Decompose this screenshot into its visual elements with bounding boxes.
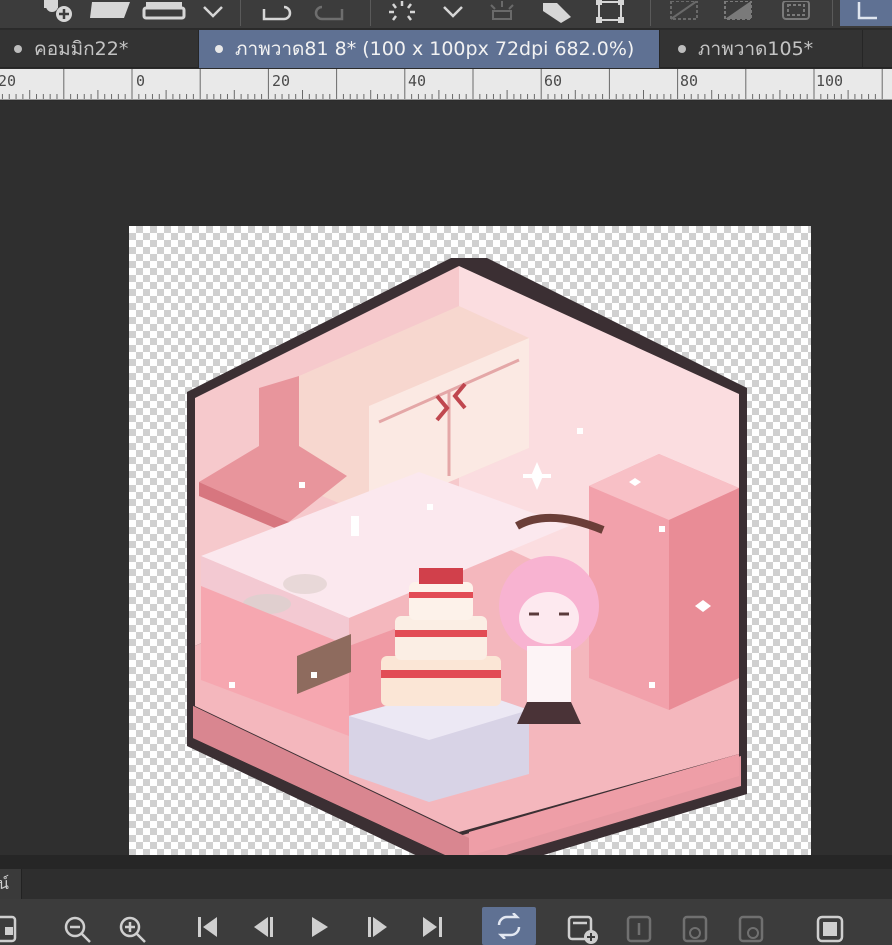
document-tabs: คอมมิก22* ภาพวาด81 8* (100 x 100px 72dpi… <box>0 30 892 68</box>
undo-icon[interactable] <box>256 0 296 24</box>
panel-tab[interactable]: น์ <box>0 869 22 899</box>
tab-label: ภาพวาด81 8* (100 x 100px 72dpi 682.0%) <box>235 38 635 60</box>
chevron-down-icon[interactable] <box>198 0 228 24</box>
panel-header <box>22 869 892 899</box>
artboard[interactable] <box>129 226 811 907</box>
first-frame-icon[interactable] <box>190 909 226 945</box>
layer-select-icon[interactable] <box>142 0 186 24</box>
timeline-toolbar <box>0 899 892 945</box>
crop-icon[interactable] <box>718 0 758 24</box>
ruler-label: 40 <box>408 72 427 90</box>
loading-icon[interactable] <box>382 0 422 24</box>
tab-drawing818-active[interactable]: ภาพวาด81 8* (100 x 100px 72dpi 682.0%) <box>199 30 659 68</box>
folder-icon[interactable] <box>90 0 132 24</box>
cel-icon[interactable] <box>622 909 658 945</box>
last-frame-icon[interactable] <box>414 909 450 945</box>
frame-settings-icon[interactable] <box>812 909 848 945</box>
hide-selection-icon[interactable] <box>664 0 704 24</box>
add-cel-icon[interactable] <box>565 909 601 945</box>
zoom-in-icon[interactable] <box>115 909 151 945</box>
sparkle-icon[interactable] <box>482 0 522 24</box>
add-layer-icon[interactable] <box>38 0 78 24</box>
unsaved-dot-icon <box>14 45 22 53</box>
fill-icon[interactable] <box>534 0 580 24</box>
ruler-ticks <box>1 69 883 99</box>
top-toolbar <box>0 0 892 29</box>
canvas-area[interactable] <box>0 101 892 907</box>
onion-skin-next-icon[interactable] <box>734 909 770 945</box>
onion-skin-icon[interactable] <box>678 909 714 945</box>
loop-icon[interactable] <box>482 907 536 945</box>
chevron-down-icon[interactable] <box>438 0 468 24</box>
zoom-out-icon[interactable] <box>60 909 96 945</box>
panel-tab-label: น์ <box>0 872 9 897</box>
select-tool-icon[interactable] <box>840 0 892 26</box>
panel-divider <box>0 855 892 869</box>
play-icon[interactable] <box>302 909 338 945</box>
pixel-art-kitchen-image <box>187 258 747 872</box>
ruler-label: 100 <box>816 72 844 90</box>
transform-icon[interactable] <box>590 0 630 24</box>
horizontal-ruler: 20 0 20 40 60 80 100 <box>0 69 892 100</box>
ruler-label: 80 <box>680 72 699 90</box>
navigator-icon[interactable] <box>0 909 26 945</box>
tab-comic22[interactable]: คอมมิก22* <box>0 30 198 68</box>
next-frame-icon[interactable] <box>360 909 396 945</box>
ruler-label: 20 <box>272 72 291 90</box>
tab-label: คอมมิก22* <box>34 38 129 60</box>
prev-frame-icon[interactable] <box>245 909 281 945</box>
ruler-label: 0 <box>136 72 146 90</box>
ruler-label: 20 <box>0 72 17 90</box>
tab-label: ภาพวาด105* <box>698 38 814 60</box>
unsaved-dot-icon <box>678 45 686 53</box>
unsaved-dot-icon <box>215 45 223 53</box>
redo-icon[interactable] <box>310 0 350 24</box>
ruler-label: 60 <box>544 72 563 90</box>
frame-icon[interactable] <box>776 0 816 24</box>
tab-drawing105[interactable]: ภาพวาด105* <box>660 30 862 68</box>
